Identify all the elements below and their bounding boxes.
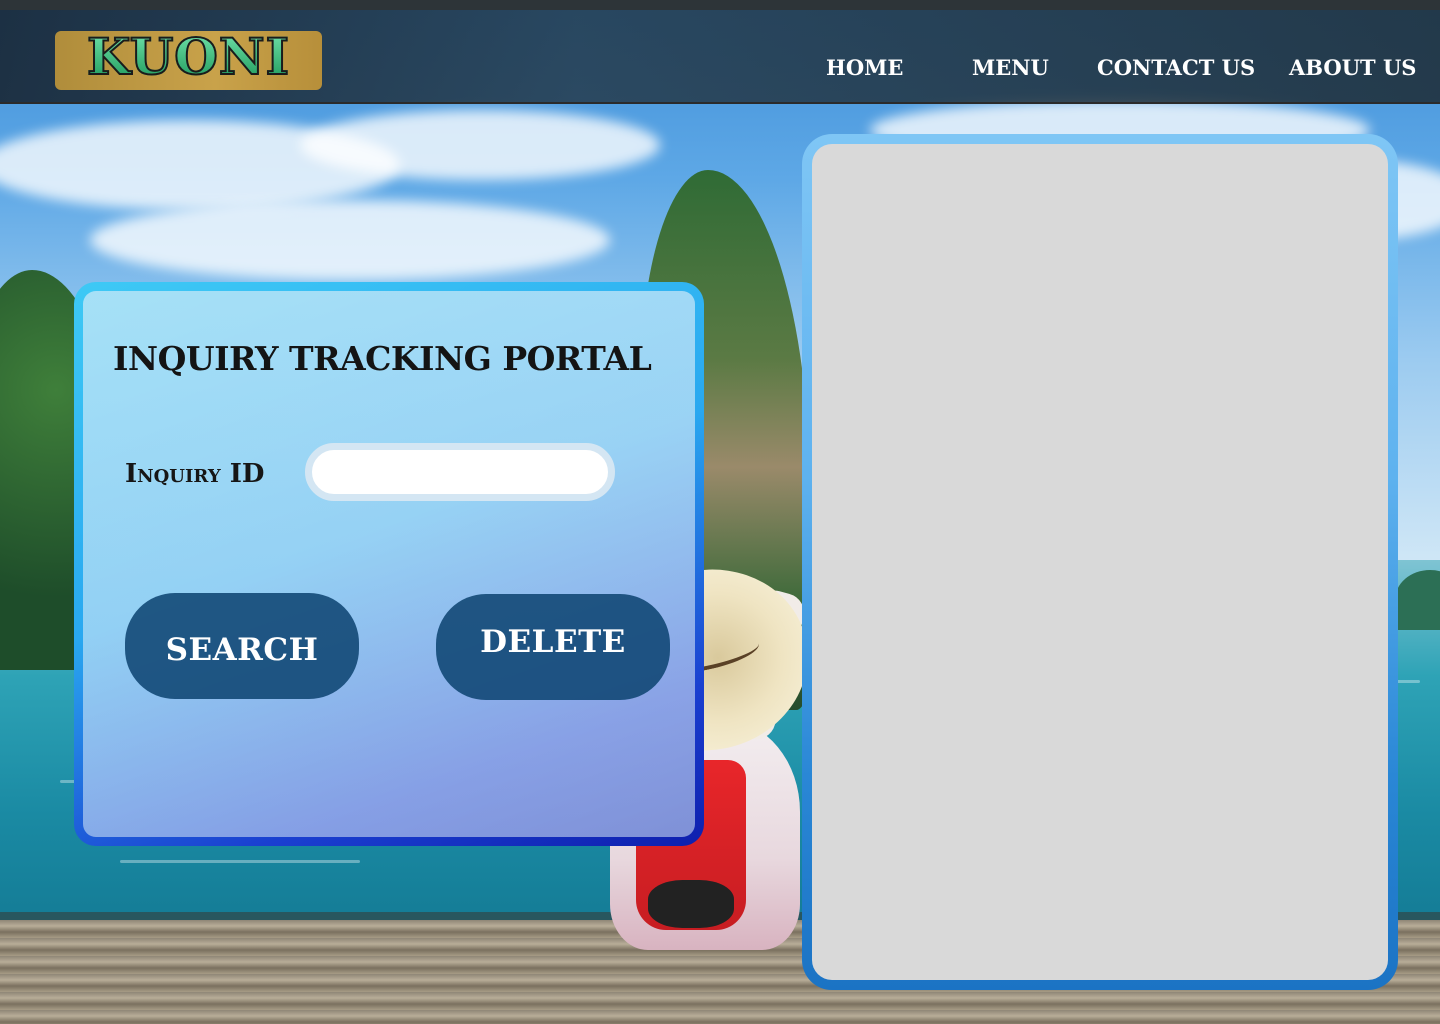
inquiry-form-panel: INQUIRY TRACKING PORTAL Inquiry ID SEARC… (74, 282, 704, 846)
nav-about-us[interactable]: ABOUT US (1289, 55, 1416, 80)
logo-text: KUONI (86, 26, 290, 86)
delete-button[interactable]: DELETE (436, 594, 670, 700)
results-panel (802, 134, 1398, 990)
inquiry-id-label: Inquiry ID (125, 459, 265, 489)
nav-contact-us[interactable]: CONTACT US (1097, 55, 1255, 80)
logo[interactable]: KUONI (55, 26, 322, 90)
nav-home[interactable]: HOME (826, 55, 903, 80)
inquiry-id-input[interactable] (305, 443, 615, 501)
page-title: INQUIRY TRACKING PORTAL (113, 339, 652, 378)
cloud (300, 110, 660, 180)
nav-menu[interactable]: MENU (972, 55, 1049, 80)
top-navbar: KUONI HOME MENU CONTACT US ABOUT US (0, 0, 1440, 104)
search-button[interactable]: SEARCH (125, 593, 359, 699)
cloud (90, 200, 610, 280)
